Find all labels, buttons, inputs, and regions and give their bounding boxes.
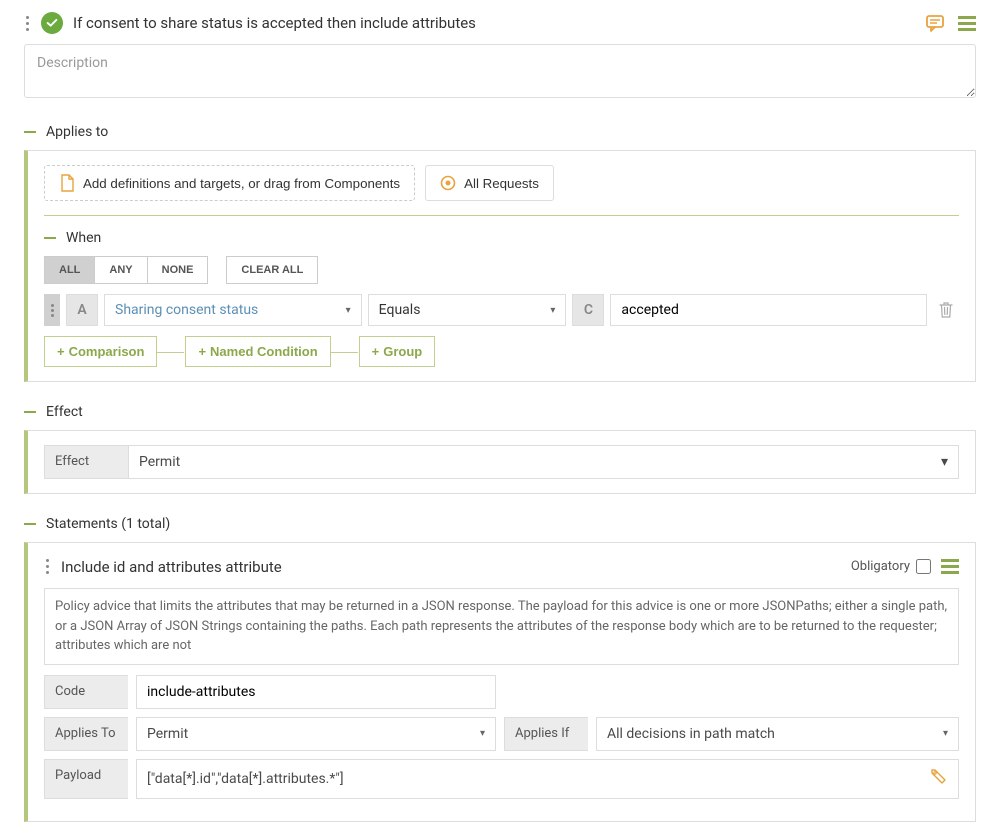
clear-all-button[interactable]: CLEAR ALL bbox=[226, 256, 318, 284]
rule-title: If consent to share status is accepted t… bbox=[73, 14, 914, 32]
add-group-button[interactable]: +Group bbox=[359, 336, 436, 367]
payload-row: Payload ["data[*].id","data[*].attribute… bbox=[44, 759, 959, 799]
add-buttons-row: +Comparison +Named Condition +Group bbox=[44, 336, 959, 367]
targets-row: Add definitions and targets, or drag fro… bbox=[44, 165, 959, 201]
applies-to-section: Applies to Add definitions and targets, … bbox=[24, 124, 976, 382]
logic-all-button[interactable]: ALL bbox=[45, 257, 95, 283]
drag-handle[interactable] bbox=[44, 557, 51, 576]
trash-icon bbox=[939, 302, 953, 318]
effect-label: Effect bbox=[46, 404, 83, 420]
plus-icon: + bbox=[372, 344, 380, 359]
caret-icon: ▾ bbox=[941, 454, 948, 470]
delete-condition-button[interactable] bbox=[933, 294, 959, 326]
payload-input-wrap[interactable]: ["data[*].id","data[*].attributes.*"] bbox=[136, 759, 959, 799]
code-row: Code bbox=[44, 675, 959, 709]
effect-value: Permit bbox=[139, 454, 180, 470]
operator-select[interactable]: Equals ▾ bbox=[368, 294, 567, 326]
collapse-icon[interactable] bbox=[24, 523, 36, 525]
effect-section: Effect Effect Permit ▾ bbox=[24, 404, 976, 494]
all-requests-button[interactable]: All Requests bbox=[425, 165, 554, 201]
applies-to-label: Applies to bbox=[46, 124, 108, 140]
collapse-icon[interactable] bbox=[44, 237, 56, 239]
plus-icon: + bbox=[198, 344, 206, 359]
comment-icon[interactable] bbox=[924, 12, 946, 34]
add-definitions-button[interactable]: Add definitions and targets, or drag fro… bbox=[44, 165, 415, 201]
all-requests-label: All Requests bbox=[464, 176, 539, 191]
add-named-condition-button[interactable]: + Named Condition bbox=[185, 336, 330, 367]
statement-title: Include id and attributes attribute bbox=[61, 558, 841, 576]
obligatory-label: Obligatory bbox=[851, 559, 910, 574]
effect-card: Effect Permit ▾ bbox=[24, 430, 976, 494]
menu-icon[interactable] bbox=[941, 559, 959, 574]
target-icon bbox=[440, 175, 456, 191]
divider bbox=[44, 215, 959, 216]
statement-description: Policy advice that limits the attributes… bbox=[44, 588, 959, 665]
operator-value: Equals bbox=[379, 302, 421, 318]
drag-handle[interactable] bbox=[24, 14, 31, 33]
logic-group: ALL ANY NONE bbox=[44, 256, 208, 284]
payload-value: ["data[*].id","data[*].attributes.*"] bbox=[147, 771, 344, 787]
collapse-icon[interactable] bbox=[24, 411, 36, 413]
when-header: When bbox=[44, 230, 959, 246]
statements-label: Statements (1 total) bbox=[46, 516, 170, 532]
condition-drag-handle[interactable] bbox=[44, 294, 60, 326]
code-input[interactable] bbox=[136, 675, 496, 709]
applies-to-card: Add definitions and targets, or drag fro… bbox=[24, 150, 976, 382]
attribute-select[interactable]: Sharing consent status ▾ bbox=[104, 294, 362, 326]
statements-header: Statements (1 total) bbox=[24, 516, 976, 532]
logic-any-button[interactable]: ANY bbox=[95, 257, 147, 283]
payload-label: Payload bbox=[44, 759, 128, 799]
caret-icon: ▾ bbox=[346, 305, 351, 316]
logic-row: ALL ANY NONE CLEAR ALL bbox=[44, 256, 959, 284]
tag-icon[interactable] bbox=[930, 768, 948, 790]
collapse-icon[interactable] bbox=[24, 131, 36, 133]
header-actions bbox=[924, 12, 976, 34]
check-badge-icon bbox=[41, 12, 63, 34]
logic-none-button[interactable]: NONE bbox=[148, 257, 208, 283]
statement-card: Include id and attributes attribute Obli… bbox=[24, 542, 976, 822]
add-comparison-button[interactable]: + Comparison bbox=[44, 336, 157, 367]
when-label: When bbox=[66, 230, 101, 246]
effect-row: Effect Permit ▾ bbox=[44, 445, 959, 479]
attribute-badge: A bbox=[66, 294, 98, 326]
plus-icon: + bbox=[57, 344, 65, 359]
statement-header: Include id and attributes attribute Obli… bbox=[44, 557, 959, 576]
effect-select[interactable]: Permit ▾ bbox=[128, 445, 959, 479]
statements-section: Statements (1 total) Include id and attr… bbox=[24, 516, 976, 822]
rule-header: If consent to share status is accepted t… bbox=[24, 12, 976, 34]
condition-row: A Sharing consent status ▾ Equals ▾ C bbox=[44, 294, 959, 326]
add-named-condition-label: Named Condition bbox=[210, 344, 318, 359]
effect-header: Effect bbox=[24, 404, 976, 420]
constant-badge: C bbox=[572, 294, 604, 326]
value-input[interactable] bbox=[610, 294, 927, 326]
menu-icon[interactable] bbox=[958, 16, 976, 31]
description-textarea[interactable] bbox=[24, 44, 976, 98]
document-icon bbox=[59, 174, 75, 192]
code-label: Code bbox=[44, 675, 128, 709]
obligatory-toggle[interactable]: Obligatory bbox=[851, 559, 931, 574]
applies-to-header: Applies to bbox=[24, 124, 976, 140]
attribute-value: Sharing consent status bbox=[115, 302, 258, 318]
add-definitions-label: Add definitions and targets, or drag fro… bbox=[83, 176, 400, 191]
add-comparison-label: Comparison bbox=[69, 344, 145, 359]
caret-icon: ▾ bbox=[550, 305, 555, 316]
obligatory-checkbox[interactable] bbox=[916, 559, 931, 574]
effect-field-label: Effect bbox=[44, 445, 128, 479]
add-group-label: Group bbox=[383, 344, 422, 359]
